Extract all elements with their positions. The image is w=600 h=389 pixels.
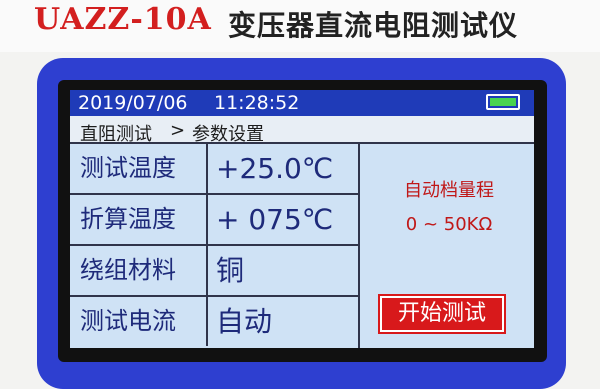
breadcrumb-parent[interactable]: 直阻测试 [80, 120, 152, 146]
lcd-screen: 2019/07/06 11:28:52 直阻测试 > 参数设置 测试温度 +25… [70, 90, 534, 348]
param-label: 绕组材料 [70, 246, 208, 295]
breadcrumb-current: 参数设置 [192, 124, 264, 145]
range-panel: 自动档量程 0 ~ 50KΩ 开始测试 [358, 144, 534, 348]
model-label: UAZZ-10A [34, 2, 212, 37]
param-value[interactable]: 铜 [216, 246, 244, 295]
header: UAZZ-10A 变压器直流电阻测试仪 [0, 0, 600, 52]
param-table: 测试温度 +25.0℃ 折算温度 + 075℃ 绕组材料 铜 测试电流 自动 [70, 144, 358, 348]
breadcrumb-separator: > [170, 120, 186, 141]
time-readout: 11:28:52 [214, 92, 300, 114]
param-label: 折算温度 [70, 195, 208, 244]
range-title: 自动档量程 [404, 180, 494, 201]
start-test-button[interactable]: 开始测试 [380, 296, 504, 332]
param-row-winding-material[interactable]: 绕组材料 铜 [70, 246, 358, 297]
status-bar: 2019/07/06 11:28:52 [70, 90, 534, 116]
battery-level [490, 98, 516, 106]
date-readout: 2019/07/06 [78, 92, 188, 114]
battery-icon [486, 94, 520, 110]
product-title: 变压器直流电阻测试仪 [228, 9, 519, 42]
param-value[interactable]: +25.0℃ [216, 144, 333, 193]
param-row-test-temp[interactable]: 测试温度 +25.0℃ [70, 144, 358, 195]
param-row-test-current[interactable]: 测试电流 自动 [70, 297, 358, 348]
param-label: 测试温度 [70, 144, 208, 193]
breadcrumb: 直阻测试 > 参数设置 [70, 116, 534, 146]
param-value[interactable]: + 075℃ [216, 195, 333, 244]
param-label: 测试电流 [70, 297, 208, 346]
param-row-convert-temp[interactable]: 折算温度 + 075℃ [70, 195, 358, 246]
range-value: 0 ~ 50KΩ [405, 214, 493, 235]
param-value[interactable]: 自动 [216, 297, 272, 346]
